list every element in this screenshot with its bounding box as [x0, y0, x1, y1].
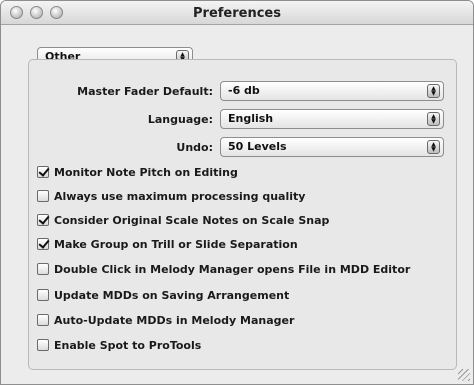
option-group-on-trill[interactable]: Make Group on Trill or Slide Separation — [37, 236, 298, 252]
master-fader-popup[interactable]: -6 db ▲ ▼ — [220, 81, 444, 101]
option-checkbox[interactable] — [37, 339, 49, 351]
updown-arrows-icon: ▲▼ — [427, 112, 440, 126]
preferences-window: Preferences Other ▲▼ Master Fader Defaul… — [0, 0, 474, 385]
option-label: Double Click in Melody Manager opens Fil… — [54, 262, 411, 276]
option-label: Enable Spot to ProTools — [54, 338, 202, 352]
option-enable-spot-protools[interactable]: Enable Spot to ProTools — [37, 337, 201, 353]
option-checkbox[interactable] — [37, 314, 49, 326]
option-auto-update-mdds[interactable]: Auto-Update MDDs in Melody Manager — [37, 312, 294, 328]
language-popup[interactable]: English ▲ ▼ — [220, 109, 444, 129]
option-label: Always use maximum processing quality — [54, 189, 306, 203]
undo-popup[interactable]: 50 Levels ▲ ▼ — [220, 137, 444, 157]
undo-label: Undo: — [176, 141, 213, 154]
option-label: Consider Original Scale Notes on Scale S… — [54, 213, 330, 227]
option-double-click-mdd-editor[interactable]: Double Click in Melody Manager opens Fil… — [37, 261, 410, 277]
option-checkbox[interactable] — [37, 190, 49, 202]
resize-grip-icon[interactable] — [458, 369, 470, 381]
option-label: Update MDDs on Saving Arrangement — [54, 288, 290, 302]
language-label: Language: — [147, 113, 213, 126]
language-value: English — [228, 112, 274, 125]
option-checkbox[interactable] — [37, 289, 49, 301]
option-original-scale-notes[interactable]: Consider Original Scale Notes on Scale S… — [37, 212, 329, 228]
updown-arrows-icon: ▲▼ — [427, 140, 440, 154]
master-fader-value: -6 db — [228, 84, 260, 97]
option-checkbox[interactable] — [37, 166, 49, 178]
option-label: Auto-Update MDDs in Melody Manager — [54, 313, 295, 327]
undo-value: 50 Levels — [228, 140, 287, 153]
updown-arrows-icon: ▲▼ — [427, 84, 440, 98]
option-checkbox[interactable] — [37, 238, 49, 250]
title-bar: Preferences — [1, 1, 473, 25]
option-max-processing-quality[interactable]: Always use maximum processing quality — [37, 188, 305, 204]
option-monitor-note-pitch[interactable]: Monitor Note Pitch on Editing — [37, 164, 238, 180]
master-fader-label: Master Fader Default: — [77, 85, 213, 98]
option-update-mdds-saving[interactable]: Update MDDs on Saving Arrangement — [37, 287, 289, 303]
option-label: Make Group on Trill or Slide Separation — [54, 237, 298, 251]
option-checkbox[interactable] — [37, 214, 49, 226]
option-label: Monitor Note Pitch on Editing — [54, 165, 238, 179]
option-checkbox[interactable] — [37, 263, 49, 275]
window-title: Preferences — [193, 6, 281, 21]
